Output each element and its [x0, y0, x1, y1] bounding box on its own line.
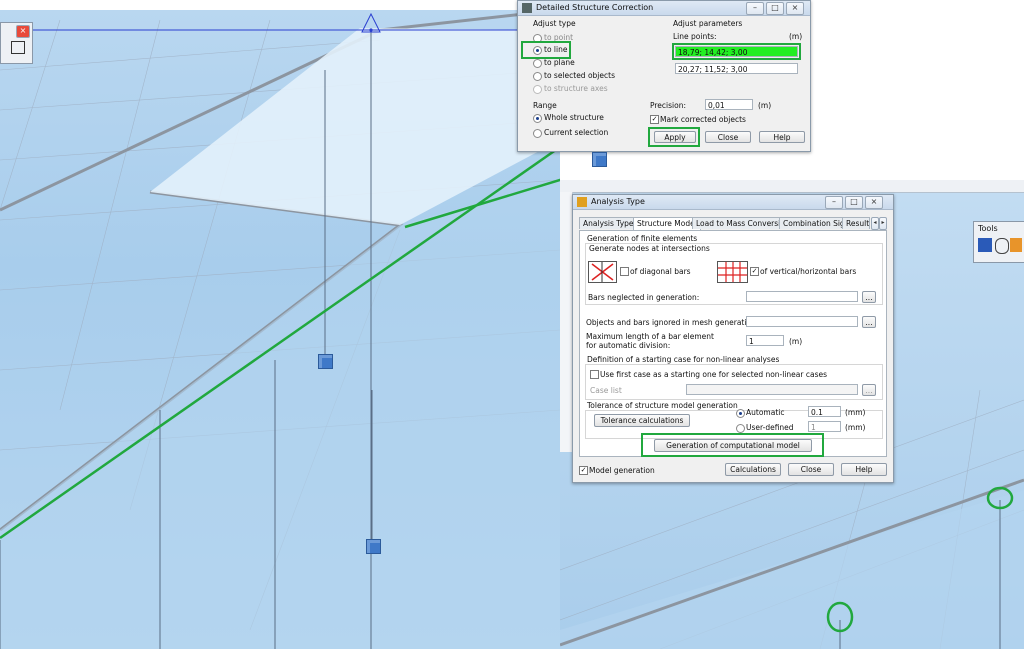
- vh-bars-checkbox[interactable]: ✓: [750, 267, 759, 276]
- max-length-unit: (m): [789, 337, 803, 346]
- mini-toolbar: ×: [0, 22, 33, 64]
- max-length-label-1: Maximum length of a bar element: [586, 332, 714, 341]
- highlight-line-point-1: [672, 43, 801, 60]
- bars-neglected-input[interactable]: [746, 291, 858, 302]
- analysis-type-dialog: Analysis Type – □ × Analysis Types Struc…: [572, 194, 894, 483]
- maximize-icon[interactable]: □: [845, 196, 863, 209]
- vh-bars-label: of vertical/horizontal bars: [760, 267, 857, 276]
- mark-corrected-label: Mark corrected objects: [660, 115, 746, 124]
- tab-scroll-left-icon[interactable]: ◂: [871, 217, 879, 230]
- close-button[interactable]: Close: [705, 131, 751, 143]
- max-length-label-2: for automatic division:: [586, 341, 671, 350]
- background-toolbar-strip: [560, 180, 1024, 193]
- option-current-selection: Current selection: [544, 128, 609, 137]
- precision-label: Precision:: [650, 101, 686, 110]
- diagonal-bars-label: of diagonal bars: [630, 267, 691, 276]
- tab-scroll-right-icon[interactable]: ▸: [879, 217, 887, 230]
- app-icon: [577, 197, 587, 207]
- case-list-input[interactable]: [686, 384, 858, 395]
- radio-user-defined[interactable]: [736, 424, 745, 433]
- user-defined-label: User-defined: [746, 423, 794, 432]
- gen-fe-label: Generation of finite elements: [587, 234, 698, 243]
- minimize-icon[interactable]: –: [825, 196, 843, 209]
- mark-corrected-checkbox[interactable]: ✓: [650, 115, 659, 124]
- support-cube[interactable]: [592, 152, 607, 167]
- table-icon[interactable]: [11, 41, 25, 54]
- adjust-type-label: Adjust type: [533, 19, 576, 28]
- case-list-label: Case list: [590, 386, 622, 395]
- radio-to-selected-objects[interactable]: [533, 72, 542, 81]
- bars-neglected-browse-button[interactable]: ...: [862, 291, 876, 303]
- vh-bars-icon: [717, 261, 748, 283]
- option-to-selected-objects: to selected objects: [544, 71, 615, 80]
- line-points-label: Line points:: [673, 32, 717, 41]
- option-whole-structure: Whole structure: [544, 113, 604, 122]
- automatic-unit: (mm): [845, 408, 866, 417]
- model-generation-label: Model generation: [589, 466, 655, 475]
- calculations-button[interactable]: Calculations: [725, 463, 781, 476]
- diagonal-bars-icon: [588, 261, 617, 283]
- tool-icon[interactable]: [1010, 238, 1022, 252]
- support-cube[interactable]: [366, 539, 381, 554]
- tab-result[interactable]: Result I: [842, 217, 870, 229]
- unit-m: (m): [789, 32, 803, 41]
- objects-ignored-browse-button[interactable]: ...: [862, 316, 876, 328]
- objects-ignored-input[interactable]: [746, 316, 858, 327]
- case-list-browse-button[interactable]: ...: [862, 384, 876, 396]
- range-label: Range: [533, 101, 557, 110]
- radio-automatic[interactable]: [736, 409, 745, 418]
- highlight-to-line: [521, 41, 571, 59]
- use-first-case-checkbox[interactable]: [590, 370, 599, 379]
- close-button[interactable]: Close: [788, 463, 834, 476]
- option-to-structure-axes: to structure axes: [544, 84, 608, 93]
- tool-icon[interactable]: [995, 238, 1009, 254]
- help-button[interactable]: Help: [759, 131, 805, 143]
- tolerance-calculations-button[interactable]: Tolerance calculations: [594, 414, 690, 427]
- dialog-title: Detailed Structure Correction: [536, 3, 654, 12]
- user-defined-value-input[interactable]: 1: [808, 421, 841, 432]
- radio-to-plane[interactable]: [533, 59, 542, 68]
- radio-to-structure-axes[interactable]: [533, 85, 542, 94]
- app-icon: [522, 3, 532, 13]
- left-3d-viewport[interactable]: [0, 10, 560, 649]
- model-generation-checkbox[interactable]: ✓: [579, 466, 588, 475]
- automatic-label: Automatic: [746, 408, 785, 417]
- close-icon[interactable]: ×: [16, 25, 30, 38]
- close-icon[interactable]: ×: [865, 196, 883, 209]
- gen-nodes-label: Generate nodes at intersections: [589, 244, 710, 253]
- use-first-case-label: Use first case as a starting one for sel…: [600, 370, 828, 379]
- support-cube[interactable]: [318, 354, 333, 369]
- highlight-apply: [648, 127, 700, 147]
- max-length-input[interactable]: 1: [746, 335, 784, 346]
- close-icon[interactable]: ×: [786, 2, 804, 15]
- dialog-titlebar: Detailed Structure Correction – □ ×: [518, 1, 810, 16]
- detailed-structure-correction-dialog: Detailed Structure Correction – □ × Adju…: [517, 0, 811, 152]
- option-to-plane: to plane: [544, 58, 575, 67]
- tools-title: Tools: [978, 224, 998, 233]
- radio-whole-structure[interactable]: [533, 114, 542, 123]
- highlight-generation-button: [641, 433, 824, 457]
- bars-neglected-label: Bars neglected in generation:: [588, 293, 700, 302]
- unit-m: (m): [758, 101, 772, 110]
- left-viewport-drawing: [0, 10, 560, 649]
- precision-input[interactable]: 0,01: [705, 99, 753, 110]
- tab-structure-model[interactable]: Structure Model: [633, 217, 701, 230]
- tab-strip: Analysis Types Structure Model Load to M…: [579, 217, 887, 231]
- adjust-params-label: Adjust parameters: [673, 19, 743, 28]
- dialog-title: Analysis Type: [591, 197, 645, 206]
- minimize-icon[interactable]: –: [746, 2, 764, 15]
- automatic-value-input[interactable]: 0.1: [808, 406, 841, 417]
- starting-case-label: Definition of a starting case for non-li…: [587, 355, 780, 364]
- dialog-titlebar: Analysis Type – □ ×: [573, 195, 893, 210]
- help-button[interactable]: Help: [841, 463, 887, 476]
- line-point-2-input[interactable]: 20,27; 11,52; 3,00: [675, 63, 798, 74]
- tolerance-label: Tolerance of structure model generation: [587, 401, 738, 410]
- user-defined-unit: (mm): [845, 423, 866, 432]
- radio-current-selection[interactable]: [533, 129, 542, 138]
- structure-icon[interactable]: [978, 238, 992, 252]
- tools-palette: Tools: [973, 221, 1024, 263]
- diagonal-bars-checkbox[interactable]: [620, 267, 629, 276]
- maximize-icon[interactable]: □: [766, 2, 784, 15]
- objects-ignored-label: Objects and bars ignored in mesh generat…: [586, 318, 759, 327]
